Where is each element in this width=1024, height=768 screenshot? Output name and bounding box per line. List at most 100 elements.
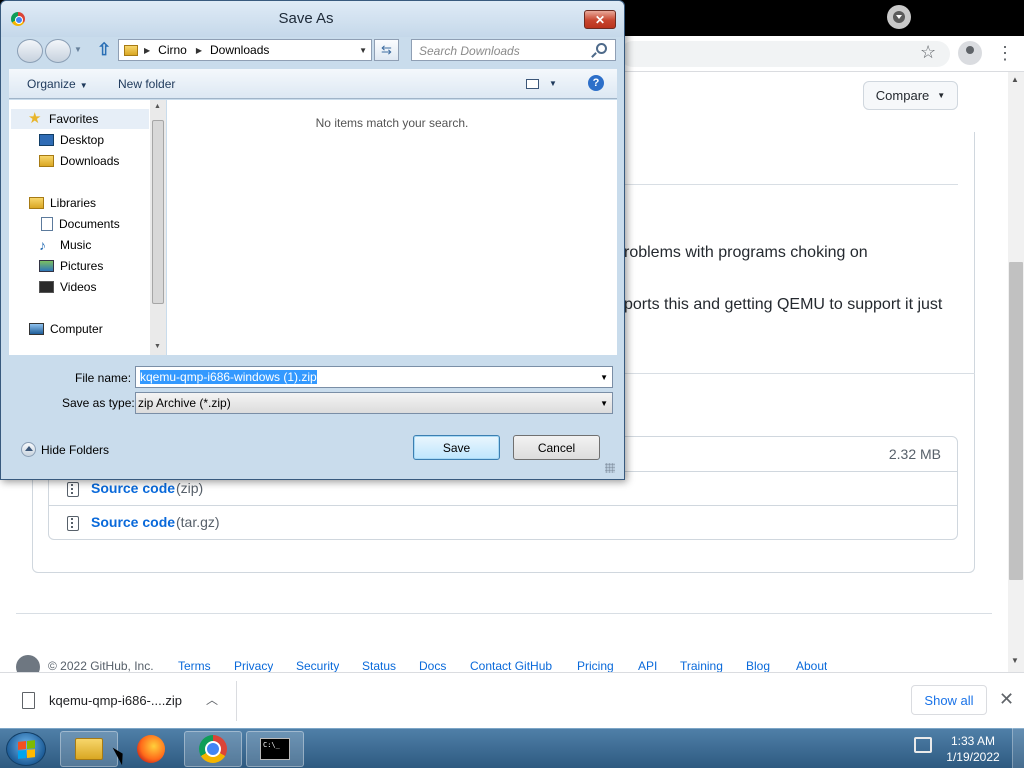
documents-icon (41, 217, 53, 231)
taskbar-explorer-button[interactable] (60, 731, 118, 767)
nav-item-documents[interactable]: Documents (9, 214, 120, 234)
close-icon[interactable]: ✕ (999, 689, 1014, 710)
up-arrow-icon[interactable]: ⇧ (97, 40, 111, 60)
taskbar-firefox-button[interactable] (122, 731, 180, 767)
file-list-pane[interactable]: No items match your search. (167, 100, 617, 355)
command-prompt-icon: C:\_ (260, 738, 290, 760)
downloads-folder-icon (39, 155, 54, 167)
show-desktop-button[interactable] (1012, 728, 1024, 768)
chrome-menu-icon[interactable]: ⋮ (996, 41, 1014, 65)
asset-row-source-targz[interactable]: Source code (tar.gz) (49, 505, 957, 539)
scroll-up-arrow-icon[interactable]: ▲ (1011, 75, 1019, 84)
divider (624, 184, 958, 185)
asset-link[interactable]: Source code (91, 480, 175, 496)
download-item-name[interactable]: kqemu-qmp-i686-....zip (49, 693, 182, 708)
nav-item-libraries[interactable]: Libraries (9, 193, 96, 213)
close-button[interactable]: ✕ (584, 10, 616, 29)
footer-link-terms[interactable]: Terms (178, 659, 211, 672)
page-scrollbar-thumb[interactable] (1009, 262, 1023, 580)
nav-item-pictures[interactable]: Pictures (9, 256, 103, 276)
empty-message: No items match your search. (315, 116, 469, 130)
nav-pane-scrollbar-thumb[interactable] (152, 120, 164, 304)
taskbar-clock[interactable]: 1:33 AM 1/19/2022 (940, 733, 1006, 765)
chevron-down-icon[interactable]: ▼ (600, 373, 608, 382)
footer-link-contact[interactable]: Contact GitHub (470, 659, 552, 672)
scroll-down-arrow-icon[interactable]: ▼ (154, 343, 161, 350)
resize-grip-icon[interactable] (605, 463, 615, 473)
help-button[interactable]: ? (588, 75, 604, 91)
footer-link-status[interactable]: Status (362, 659, 396, 672)
breadcrumb-separator-icon[interactable]: ▶ (144, 46, 150, 55)
dialog-titlebar[interactable]: Save As ✕ (1, 1, 624, 37)
chevron-down-icon[interactable]: ▼ (359, 46, 367, 55)
search-input[interactable]: Search Downloads (411, 39, 616, 61)
new-folder-button[interactable]: New folder (118, 77, 175, 91)
zip-file-icon (67, 516, 79, 531)
asset-size: 2.32 MB (888, 446, 941, 462)
github-logo-icon[interactable] (16, 655, 40, 672)
profile-avatar-icon[interactable] (958, 41, 982, 65)
scroll-down-arrow-icon[interactable]: ▼ (1011, 656, 1019, 665)
scroll-up-arrow-icon[interactable]: ▲ (154, 103, 161, 110)
taskbar-chrome-button[interactable] (184, 731, 242, 767)
divider (236, 681, 237, 721)
collapse-icon (21, 442, 36, 457)
navigation-pane: ★ Favorites Desktop Downloads Libraries D… (9, 100, 166, 355)
footer-link-training[interactable]: Training (680, 659, 723, 672)
start-button[interactable] (6, 732, 46, 766)
nav-item-favorites[interactable]: ★ Favorites (11, 109, 149, 129)
chevron-down-icon: ▼ (79, 81, 88, 90)
taskbar-cmd-button[interactable]: C:\_ (246, 731, 304, 767)
footer-link-privacy[interactable]: Privacy (234, 659, 273, 672)
asset-link[interactable]: Source code (91, 514, 175, 530)
chrome-icon (199, 735, 227, 763)
chevron-down-icon[interactable]: ▼ (549, 79, 557, 88)
compare-button[interactable]: Compare ▼ (863, 81, 958, 110)
forward-button[interactable] (45, 39, 71, 63)
libraries-icon (29, 197, 44, 209)
nav-item-label: Pictures (60, 259, 104, 273)
nav-item-music[interactable]: ♪ Music (9, 235, 91, 255)
breadcrumb-item-downloads[interactable]: Downloads (210, 43, 269, 57)
save-button[interactable]: Save (413, 435, 500, 460)
breadcrumb-separator-icon[interactable]: ▶ (196, 46, 202, 55)
nav-item-computer[interactable]: Computer (9, 319, 103, 339)
view-mode-icon[interactable] (526, 79, 539, 89)
chevron-down-icon: ▼ (600, 399, 608, 408)
footer-divider (16, 613, 992, 614)
download-shelf: kqemu-qmp-i686-....zip ︿ Show all ✕ (0, 672, 1024, 728)
nav-item-downloads[interactable]: Downloads (9, 151, 119, 171)
file-name-input[interactable]: kqemu-qmp-i686-windows (1).zip ▼ (135, 366, 613, 388)
footer-link-security[interactable]: Security (296, 659, 339, 672)
organize-button[interactable]: Organize ▼ (27, 77, 88, 91)
save-as-type-select[interactable]: zip Archive (*.zip) ▼ (135, 392, 613, 414)
chevron-up-icon[interactable]: ︿ (206, 691, 218, 708)
clock-time: 1:33 AM (950, 734, 996, 748)
extension-download-icon[interactable] (887, 5, 911, 29)
dialog-title: Save As (278, 10, 334, 27)
breadcrumb[interactable]: ▶ Cirno ▶ Downloads ▼ (118, 39, 372, 61)
refresh-button[interactable]: ⇆ (374, 39, 399, 61)
chevron-down-icon: ▼ (937, 91, 946, 100)
footer-link-about[interactable]: About (796, 659, 827, 672)
footer-link-docs[interactable]: Docs (419, 659, 446, 672)
recent-locations-chevron-icon[interactable]: ▼ (74, 45, 82, 54)
footer-link-pricing[interactable]: Pricing (577, 659, 614, 672)
nav-item-desktop[interactable]: Desktop (9, 130, 104, 150)
footer-link-blog[interactable]: Blog (746, 659, 770, 672)
pictures-icon (39, 260, 54, 272)
footer-link-api[interactable]: API (638, 659, 657, 672)
dialog-toolbar: Organize ▼ New folder ▼ ? (9, 69, 617, 99)
breadcrumb-item-cirno[interactable]: Cirno (158, 43, 187, 57)
hide-folders-toggle[interactable]: Hide Folders (21, 442, 109, 457)
address-bar[interactable] (620, 41, 950, 67)
clock-date: 1/19/2022 (946, 750, 1000, 764)
cancel-button[interactable]: Cancel (513, 435, 600, 460)
nav-item-label: Desktop (60, 133, 105, 147)
bookmark-star-icon[interactable]: ☆ (920, 42, 936, 63)
back-button[interactable] (17, 39, 43, 63)
show-all-button[interactable]: Show all (911, 685, 987, 715)
save-as-type-label: Save as type: (62, 396, 135, 410)
network-tray-icon[interactable] (914, 737, 932, 753)
nav-item-videos[interactable]: Videos (9, 277, 96, 297)
